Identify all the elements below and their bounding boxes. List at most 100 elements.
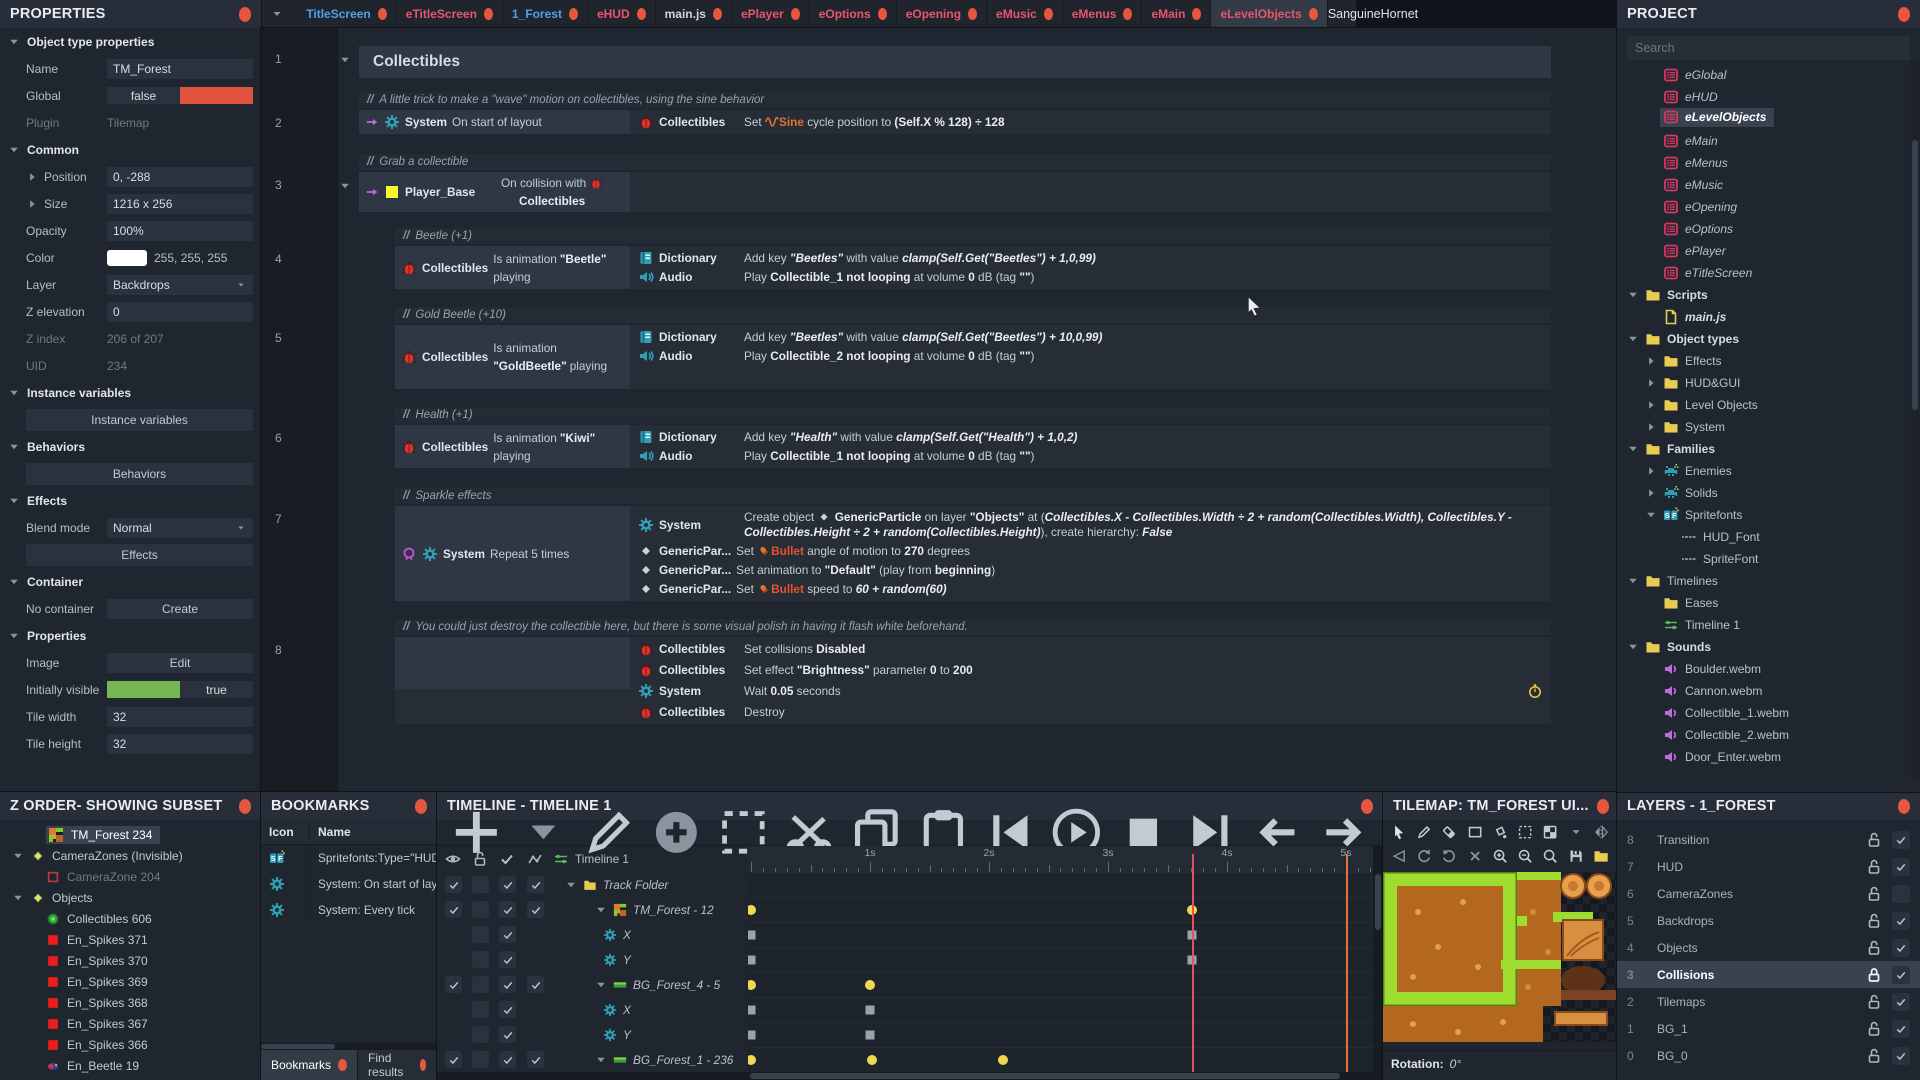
selected-tree-item[interactable]: eLevelObjects [1660,108,1774,127]
keyframe[interactable] [748,905,756,915]
action-row[interactable]: CollectiblesDestroy [638,704,1543,720]
track-checkbox[interactable] [499,951,516,968]
prop-toggle[interactable]: false [107,87,253,104]
lockopen-icon[interactable] [1866,832,1882,848]
track-checkbox[interactable] [499,901,516,918]
prop-dropdown[interactable]: Backdrops [107,275,253,295]
project-tree-sounds[interactable]: Sounds [1617,636,1920,658]
prop-toggle[interactable]: true [107,681,253,698]
tilemap-tile-window[interactable] [1542,824,1558,840]
prop-inline-button[interactable]: Edit [107,653,253,673]
event-block[interactable]: CollectiblesIs animation "Kiwi"playingDi… [395,425,1551,468]
project-tree-collectible-2-webm[interactable]: Collectible_2.webm [1617,724,1920,746]
lockclosed-icon[interactable] [1866,967,1882,983]
timeline-vscrollbar[interactable] [1373,846,1383,1073]
lockopen-icon[interactable] [1866,859,1882,875]
project-tree-hud-gui[interactable]: HUD&GUI [1617,372,1920,394]
condition-cell[interactable]: Player_BaseOn collision with Collectible… [359,172,630,212]
z-order-item-3[interactable]: Objects [0,887,261,908]
tridown-icon[interactable] [1627,443,1639,455]
prop-button-behaviors[interactable]: Behaviors [26,463,253,485]
project-tree-effects[interactable]: Effects [1617,350,1920,372]
layer-visibility-checkbox[interactable] [1892,912,1910,930]
tridown-icon[interactable] [1627,289,1639,301]
action-row[interactable]: GenericPar...Set Bullet angle of motion … [638,543,1543,559]
track-label[interactable]: X [603,1003,631,1017]
lockopen-icon[interactable] [1866,994,1882,1010]
event-block[interactable]: Player_BaseOn collision with Collectible… [359,172,1551,212]
z-order-item-7[interactable]: En_Spikes 369 [0,971,261,992]
timeline-track-row-6[interactable]: Y [437,1022,748,1047]
prop-section-behaviors[interactable]: Behaviors [0,433,261,460]
lockopen-icon[interactable] [1866,1048,1882,1064]
action-row[interactable]: CollectiblesSet collisions Disabled [638,641,1543,657]
project-tree-eplayer[interactable]: ePlayer [1617,240,1920,262]
project-tree-elevelobjects[interactable]: eLevelObjects [1617,108,1920,130]
project-tree-etitlescreen[interactable]: eTitleScreen [1617,262,1920,284]
event-block[interactable]: SystemRepeat 5 timesSystemCreate object … [395,506,1551,601]
bookmark-row-1[interactable]: System: On start of layout [261,871,437,897]
tridown-icon[interactable] [595,1054,607,1066]
tilemap-flip-vertical[interactable] [1593,824,1609,840]
track-checkbox[interactable] [499,876,516,893]
tab-eLevelObjects[interactable]: eLevelObjects [1211,0,1327,28]
event-comment[interactable]: //A little trick to make a "wave" motion… [359,92,1551,108]
action-row[interactable]: DictionaryAdd key "Beetles" with value c… [638,329,1543,345]
prop-section-container[interactable]: Container [0,568,261,595]
prop-input[interactable]: 1216 x 256 [107,194,253,214]
bookmarks-hscrollbar[interactable] [261,1043,437,1050]
layer-row-objects[interactable]: 4Objects [1617,934,1920,961]
keyframe[interactable] [998,1055,1008,1065]
timeline-hscrollbar[interactable] [437,1072,1383,1080]
layer-visibility-checkbox[interactable] [1892,831,1910,849]
color-swatch[interactable] [107,250,147,266]
condition-cell[interactable]: SystemRepeat 5 times [395,506,630,601]
track-label[interactable]: Y [603,1028,631,1042]
tilemap-flip-horizontal[interactable] [1391,848,1407,864]
track-label[interactable]: Y [603,953,631,967]
layer-visibility-checkbox[interactable] [1892,1047,1910,1065]
toggle-green-block[interactable] [107,681,180,698]
track-checkbox[interactable] [472,1051,489,1068]
keyframe[interactable] [865,980,875,990]
track-checkbox[interactable] [499,976,516,993]
project-tree-eglobal[interactable]: eGlobal [1617,64,1920,86]
track-checkbox[interactable] [499,1001,516,1018]
toggle-red-block[interactable] [180,87,253,104]
tridown-icon[interactable] [339,54,351,66]
layer-row-bg_0[interactable]: 0BG_0 [1617,1042,1920,1069]
condition-cell[interactable]: CollectiblesIs animation"GoldBeetle" pla… [395,325,630,389]
track-checkbox[interactable] [527,1051,544,1068]
action-row[interactable]: DictionaryAdd key "Health" with value cl… [638,429,1543,445]
layer-row-camerazones[interactable]: 6CameraZones [1617,880,1920,907]
track-label[interactable]: Track Folder [565,878,668,892]
action-row[interactable]: SystemWait 0.05 seconds [638,683,1543,699]
layer-visibility-checkbox[interactable] [1892,993,1910,1011]
action-row[interactable]: AudioPlay Collectible_2 not looping at v… [638,348,1543,364]
project-tree-timeline-1[interactable]: Timeline 1 [1617,614,1920,636]
prop-section-object-type-properties[interactable]: Object type properties [0,28,261,55]
track-checkbox[interactable] [499,1051,516,1068]
project-tree-scripts[interactable]: Scripts [1617,284,1920,306]
timeline-keyframe-area[interactable]: 1s2s3s4s5s [748,846,1373,1073]
z-order-item-8[interactable]: En_Spikes 368 [0,992,261,1013]
bookmark-row-2[interactable]: System: Every tick [261,897,437,923]
tab-TitleScreen[interactable]: TitleScreen [297,0,396,28]
timeline-name[interactable]: Timeline 1 [553,851,629,867]
prop-input[interactable]: 0 [107,302,253,322]
tilemap-fill-tool[interactable] [1492,824,1508,840]
triright-icon[interactable] [1645,399,1657,411]
tilemap-zoom-in[interactable] [1492,848,1508,864]
track-checkbox[interactable] [445,876,462,893]
event-comment[interactable]: //Grab a collectible [359,154,1551,170]
prop-input[interactable]: TM_Forest [107,59,253,79]
tridown-icon[interactable] [595,904,607,916]
timeline-hscroll-thumb[interactable] [750,1073,1340,1079]
tridown-icon[interactable] [12,892,24,904]
project-tree-system[interactable]: System [1617,416,1920,438]
track-checkbox[interactable] [527,876,544,893]
project-search-input[interactable]: Search [1627,36,1910,60]
z-order-item-10[interactable]: En_Spikes 366 [0,1034,261,1055]
project-vscroll-thumb[interactable] [1912,140,1918,410]
tab-eHUD[interactable]: eHUD [588,0,656,28]
